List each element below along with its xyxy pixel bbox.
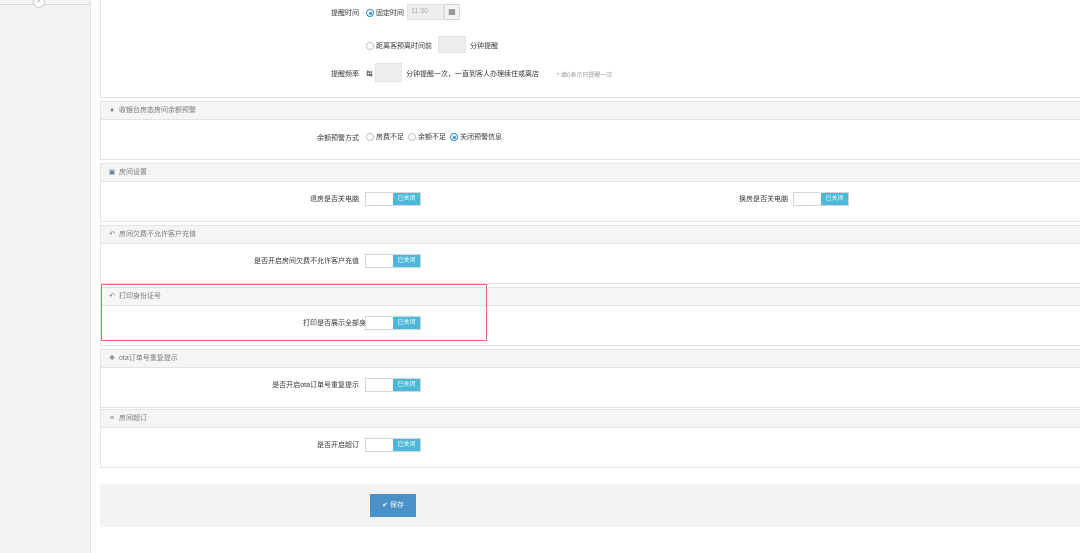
calendar-icon[interactable]: ▦ <box>444 4 460 20</box>
arrears-panel: ↶ 房间欠费不允许客户充值 是否开启房间欠费不允许客户充值 已关闭 <box>100 225 1080 284</box>
swap-room-computer-state: 已关闭 <box>821 193 848 205</box>
ota-title: ota订单号重复提示 <box>119 355 178 362</box>
ota-label: 是否开启ota订单号重复提示 <box>272 382 359 389</box>
collapse-sidebar-button[interactable]: « <box>33 0 45 8</box>
arrears-state: 已关闭 <box>393 255 420 267</box>
reminder-before-suffix: 分钟提醒 <box>470 43 498 50</box>
reminder-before-minutes-input[interactable] <box>438 36 466 53</box>
checkout-computer-label: 退房是否关电脑 <box>310 196 359 203</box>
balance-option-room-fee-label: 房费不足 <box>376 134 404 141</box>
reminder-frequency-hint: * 填0表示只提醒一次 <box>557 73 613 79</box>
overbooking-title: 房间超订 <box>119 415 147 422</box>
reminder-before-radio[interactable] <box>366 42 374 50</box>
swap-room-computer-label: 换房是否关电脑 <box>739 196 788 203</box>
info-icon: ❖ <box>108 355 116 362</box>
settings-main: 提醒时间 固定时间 11:30 ▦ 距离客预离时间前 分钟提醒 提醒频率 每 分… <box>100 0 1080 553</box>
balance-warning-title: 收银台房态房间余额预警 <box>119 107 196 114</box>
overbooking-header: ≡ 房间超订 <box>101 410 1080 428</box>
room-settings-title: 房间设置 <box>119 169 147 176</box>
reminder-before-label: 距离客预离时间前 <box>376 43 432 50</box>
checkout-computer-state: 已关闭 <box>393 193 420 205</box>
save-button-label: 保存 <box>389 502 404 509</box>
ota-header: ❖ ota订单号重复提示 <box>101 350 1080 368</box>
reminder-time-label: 提醒时间 <box>331 10 359 17</box>
ota-toggle[interactable]: 已关闭 <box>365 378 421 392</box>
reminder-fixed-label: 固定时间 <box>376 10 404 17</box>
bell-icon: ♦ <box>110 107 114 114</box>
check-icon: ✔ <box>382 502 388 509</box>
overbooking-panel: ≡ 房间超订 是否开启超订 已关闭 <box>100 409 1080 468</box>
overbooking-state: 已关闭 <box>393 439 420 451</box>
balance-warning-panel: ♦ 收银台房态房间余额预警 余额预警方式 房费不足 余额不足 关闭预警信息 <box>100 101 1080 160</box>
ota-panel: ❖ ota订单号重复提示 是否开启ota订单号重复提示 已关闭 <box>100 349 1080 408</box>
balance-option-balance-radio[interactable] <box>408 133 416 141</box>
room-settings-header: ▣ 房间设置 <box>101 164 1080 182</box>
arrears-toggle[interactable]: 已关闭 <box>365 254 421 268</box>
overbooking-label: 是否开启超订 <box>317 442 359 449</box>
swap-room-computer-toggle[interactable]: 已关闭 <box>793 192 849 206</box>
balance-option-balance-label: 余额不足 <box>418 134 446 141</box>
reminder-fixed-time-input[interactable]: 11:30 <box>407 4 444 20</box>
arrears-title: 房间欠费不允许客户充值 <box>119 231 196 238</box>
reminder-frequency-label: 提醒频率 <box>331 71 359 78</box>
balance-option-off-label: 关闭预警信息 <box>460 134 502 141</box>
monitor-icon: ▣ <box>108 169 116 176</box>
balance-warning-header: ♦ 收银台房态房间余额预警 <box>101 102 1080 120</box>
arrears-label: 是否开启房间欠费不允许客户充值 <box>254 258 359 265</box>
ota-state: 已关闭 <box>393 379 420 391</box>
reminder-fixed-radio[interactable] <box>366 9 374 17</box>
overbooking-toggle[interactable]: 已关闭 <box>365 438 421 452</box>
save-bar: ✔ 保存 <box>100 484 1080 527</box>
save-button[interactable]: ✔ 保存 <box>370 494 416 517</box>
reminder-frequency-suffix: 分钟提醒一次，一直到客人办理续住或离店 <box>406 71 539 78</box>
balance-option-room-fee-radio[interactable] <box>366 133 374 141</box>
sidebar: « <box>0 0 91 553</box>
checkout-computer-toggle[interactable]: 已关闭 <box>365 192 421 206</box>
reminder-frequency-prefix: 每 <box>366 71 373 78</box>
balance-mode-label: 余额预警方式 <box>317 135 359 142</box>
reminder-panel: 提醒时间 固定时间 11:30 ▦ 距离客预离时间前 分钟提醒 提醒频率 每 分… <box>100 0 1080 98</box>
arrears-header: ↶ 房间欠费不允许客户充值 <box>101 226 1080 244</box>
reply-icon: ↶ <box>109 231 115 238</box>
balance-option-off-radio[interactable] <box>450 133 458 141</box>
sidebar-divider <box>0 4 90 5</box>
highlight-box <box>101 284 487 341</box>
list-icon: ≡ <box>109 415 115 422</box>
reminder-frequency-input[interactable] <box>375 63 402 82</box>
room-settings-panel: ▣ 房间设置 退房是否关电脑 已关闭 换房是否关电脑 已关闭 <box>100 163 1080 222</box>
